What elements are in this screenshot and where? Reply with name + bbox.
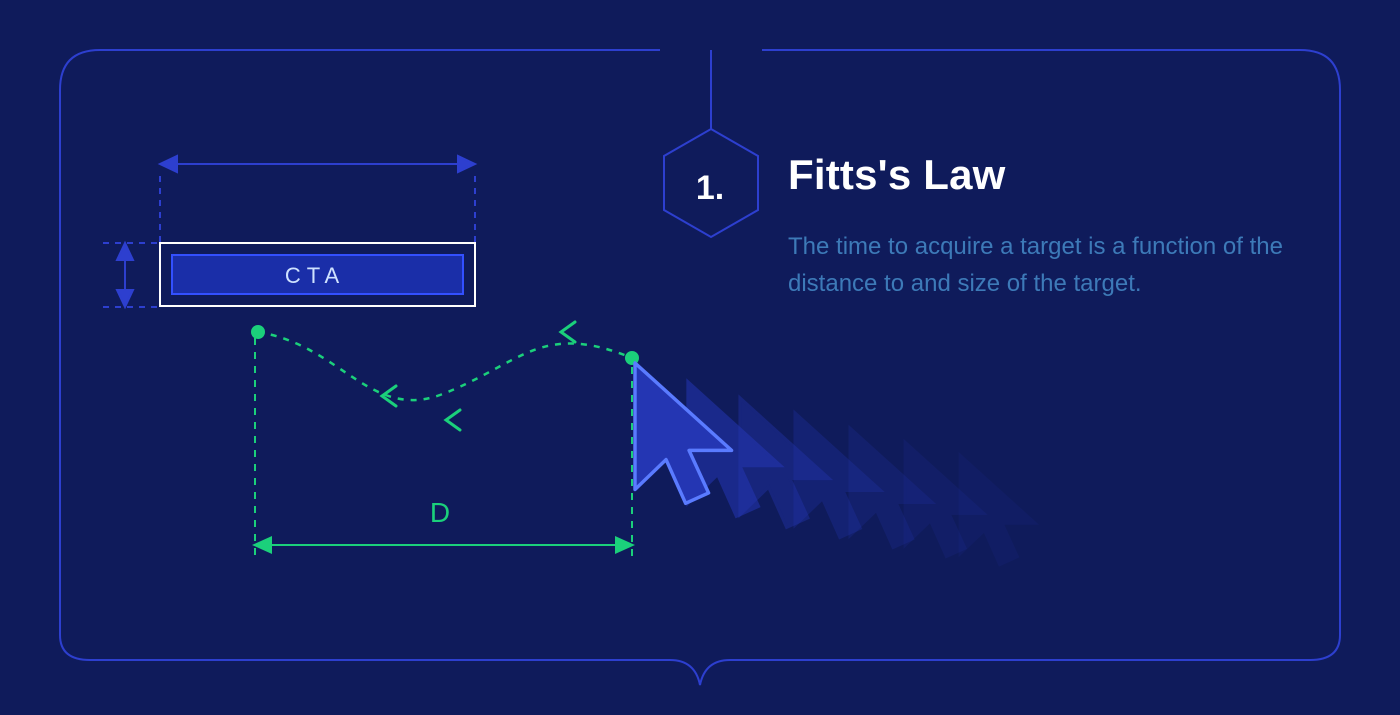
diagram-svg bbox=[0, 0, 1400, 715]
width-dimension-arrow bbox=[160, 156, 475, 242]
path-caret-markers bbox=[382, 322, 575, 430]
cta-label: CTA bbox=[160, 263, 470, 289]
law-number: 1. bbox=[655, 128, 765, 248]
path-start-dot bbox=[251, 325, 265, 339]
height-dimension-arrow bbox=[103, 243, 157, 307]
bottom-brace bbox=[60, 635, 1340, 685]
distance-label: D bbox=[250, 497, 630, 529]
law-description: The time to acquire a target is a functi… bbox=[788, 228, 1308, 302]
diagram-stage: 1. Fitts's Law The time to acquire a tar… bbox=[0, 0, 1400, 715]
cursor-trail bbox=[688, 382, 1036, 565]
law-title: Fitts's Law bbox=[788, 151, 1006, 199]
